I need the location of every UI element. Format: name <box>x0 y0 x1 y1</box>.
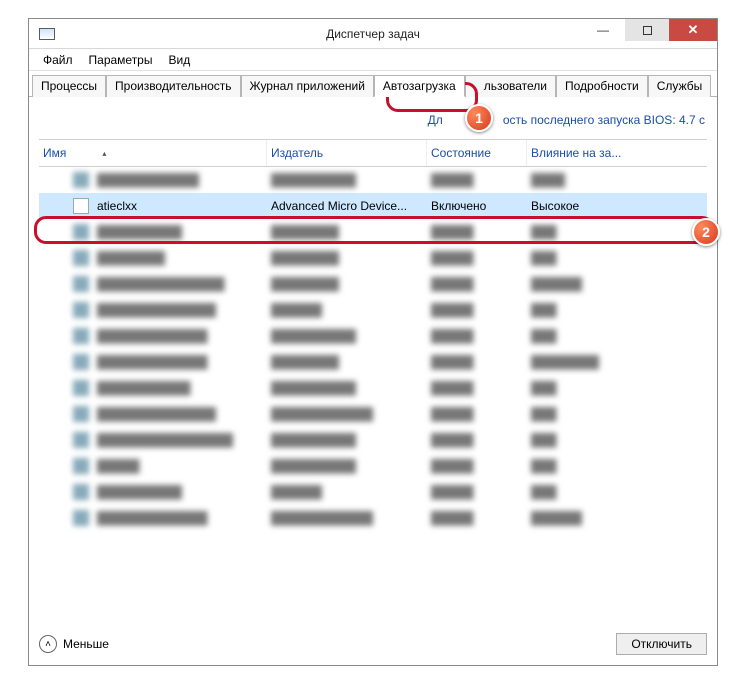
table-row[interactable]: ████████████████████████████████████ <box>39 505 707 531</box>
table-row[interactable]: ██████████████████████████████████ <box>39 271 707 297</box>
titlebar: Диспетчер задач — ✕ <box>29 19 717 49</box>
bios-suffix: ость последнего запуска BIOS: 4.7 с <box>503 113 705 127</box>
fewer-label: Меньше <box>63 637 109 651</box>
table-row[interactable]: ███████████████████████████████ <box>39 167 707 193</box>
maximize-button[interactable] <box>625 19 669 41</box>
menu-file[interactable]: Файл <box>35 51 81 69</box>
tab-app-history[interactable]: Журнал приложений <box>241 75 374 97</box>
table-row[interactable]: ██████████████████████████████████ <box>39 401 707 427</box>
col-name[interactable]: Имя ▴ <box>39 140 267 166</box>
col-publisher[interactable]: Издатель <box>267 140 427 166</box>
table-row[interactable]: █████████████████████████████ <box>39 375 707 401</box>
col-impact[interactable]: Влияние на за... <box>527 140 667 166</box>
tab-bar: Процессы Производительность Журнал прило… <box>29 71 717 97</box>
tab-details[interactable]: Подробности <box>556 75 648 97</box>
table-row[interactable]: ██████████████████████████ <box>39 219 707 245</box>
close-button[interactable]: ✕ <box>669 19 717 41</box>
table-row[interactable]: ████████████████████████ <box>39 245 707 271</box>
app-item-icon <box>73 198 89 214</box>
sort-caret-icon: ▴ <box>102 149 106 158</box>
col-name-label: Имя <box>43 146 66 160</box>
row-impact: Высокое <box>531 199 579 213</box>
fewer-details-button[interactable]: ˄ Меньше <box>39 635 109 653</box>
task-manager-window: Диспетчер задач — ✕ Файл Параметры Вид П… <box>28 18 718 666</box>
row-name: atieclxx <box>97 199 137 213</box>
column-headers: Имя ▴ Издатель Состояние Влияние на за... <box>39 139 707 167</box>
menu-options[interactable]: Параметры <box>81 51 161 69</box>
tab-startup[interactable]: Автозагрузка <box>374 75 465 97</box>
app-icon <box>39 28 55 40</box>
menubar: Файл Параметры Вид <box>29 49 717 71</box>
minimize-button[interactable]: — <box>581 19 625 41</box>
bios-last-boot: Дл ость последнего запуска BIOS: 4.7 с <box>39 107 707 139</box>
table-row[interactable]: ██████████████████████████████████ <box>39 427 707 453</box>
col-state[interactable]: Состояние <box>427 140 527 166</box>
content-area: Дл ость последнего запуска BIOS: 4.7 с Им… <box>29 97 717 531</box>
rows: ███████████████████████████████ atieclxx… <box>39 167 707 531</box>
table-row[interactable]: ████████████████████████████ <box>39 297 707 323</box>
window-buttons: — ✕ <box>581 19 717 41</box>
row-publisher: Advanced Micro Device... <box>271 199 407 213</box>
chevron-up-icon: ˄ <box>39 635 57 653</box>
footer: ˄ Меньше Отключить <box>39 633 707 655</box>
tab-performance[interactable]: Производительность <box>106 75 240 97</box>
table-row[interactable]: ███████████████████████████████ <box>39 323 707 349</box>
tab-processes[interactable]: Процессы <box>32 75 106 97</box>
table-row[interactable]: ███████████████████████ <box>39 453 707 479</box>
bios-prefix: Дл <box>428 113 443 127</box>
tab-users[interactable]: льзователи <box>465 75 556 97</box>
disable-button[interactable]: Отключить <box>616 633 707 655</box>
table-row[interactable]: ████████████████████████ <box>39 479 707 505</box>
tab-services[interactable]: Службы <box>648 75 711 97</box>
table-row[interactable]: ██████████████████████████████████ <box>39 349 707 375</box>
menu-view[interactable]: Вид <box>160 51 198 69</box>
row-state: Включено <box>431 199 486 213</box>
table-row-selected[interactable]: atieclxx Advanced Micro Device... Включе… <box>39 193 707 219</box>
